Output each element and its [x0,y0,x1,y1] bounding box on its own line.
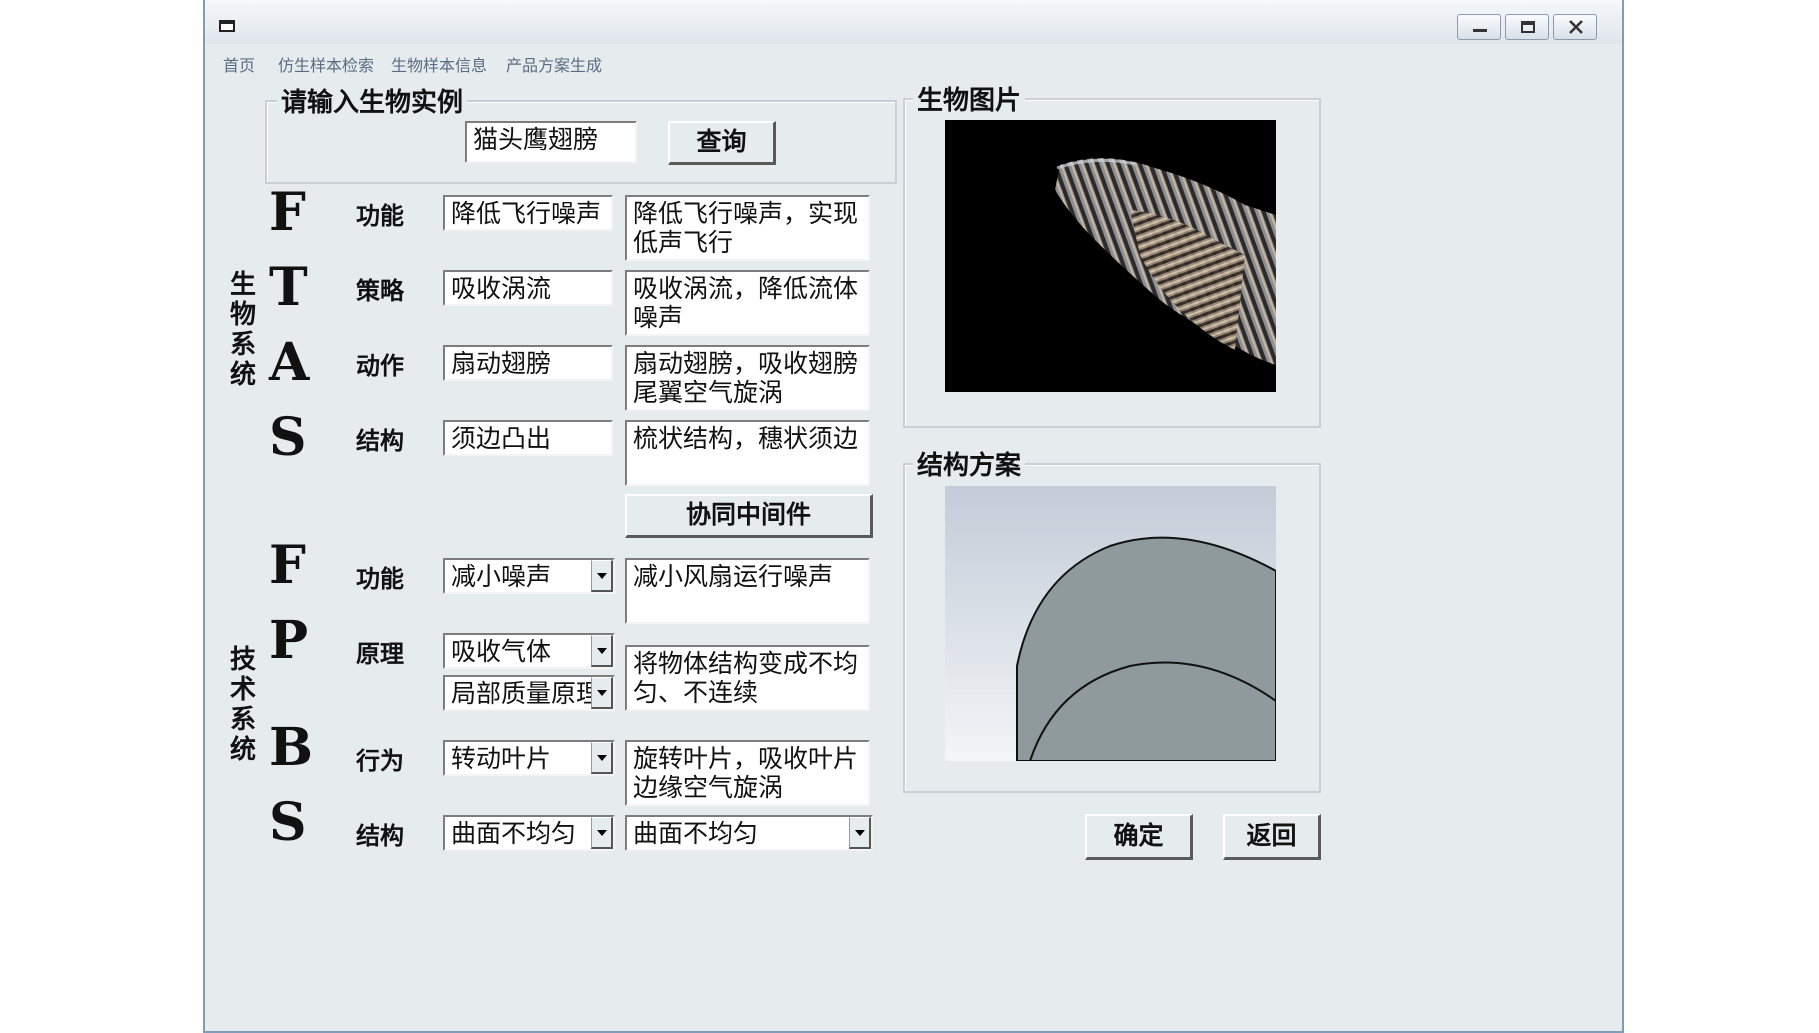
tech-structure-desc: 曲面不均匀 [633,819,759,848]
menu-item-sample-search[interactable]: 仿生样本检索 [278,52,374,76]
tech-letter-s: S [269,792,307,853]
bio-function-label: 功能 [356,202,404,230]
main-window: 首页 仿生样本检索 生物样本信息 产品方案生成 请输入生物实例 猫头鹰翅膀 查询… [203,0,1624,1033]
bio-image-legend: 生物图片 [913,80,1026,117]
structure-scheme-image [945,486,1277,762]
bio-structure-label: 结构 [356,427,404,455]
chevron-down-icon[interactable] [591,742,613,774]
close-window-button[interactable] [1553,14,1597,40]
structure-scheme-legend: 结构方案 [913,445,1026,482]
chevron-down-icon[interactable] [849,817,871,849]
bio-strategy-desc[interactable]: 吸收涡流，降低流体噪声 [625,270,870,336]
maximize-icon [1521,21,1535,33]
tech-principle-select-2[interactable]: 局部质量原理 [443,675,615,711]
blade-structure-drawing [945,486,1277,762]
chevron-down-icon[interactable] [591,677,613,709]
bio-letter-f: F [269,182,306,243]
tech-behavior-desc[interactable]: 旋转叶片，吸收叶片边缘空气旋涡 [625,740,870,806]
app-icon [219,20,235,32]
tech-function-desc[interactable]: 减小风扇运行噪声 [625,558,870,624]
tech-system-label: 技术系统 [229,645,256,765]
tech-letter-p: P [269,610,309,671]
tech-structure-select[interactable]: 曲面不均匀 [443,815,615,851]
tech-structure-label: 结构 [356,822,404,850]
bio-action-field[interactable]: 扇动翅膀 [443,345,613,381]
bio-system-label: 生物系统 [229,270,256,390]
tech-letter-f: F [269,535,306,596]
bio-action-desc[interactable]: 扇动翅膀，吸收翅膀尾翼空气旋涡 [625,345,870,411]
tech-function-value: 减小噪声 [451,562,552,591]
chevron-down-icon[interactable] [591,817,613,849]
tech-behavior-value: 转动叶片 [451,744,552,773]
tech-letter-b: B [269,717,313,778]
tech-principle-select[interactable]: 吸收气体 [443,633,615,669]
tech-behavior-select[interactable]: 转动叶片 [443,740,615,776]
search-input[interactable]: 猫头鹰翅膀 [465,121,637,163]
ok-button[interactable]: 确定 [1085,814,1193,860]
bio-structure-desc[interactable]: 梳状结构，穗状须边 [625,420,870,486]
bio-structure-field[interactable]: 须边凸出 [443,420,613,456]
owl-wing-photo [945,120,1276,392]
query-button[interactable]: 查询 [668,121,776,165]
tech-principle-label: 原理 [356,640,404,668]
chevron-down-icon[interactable] [591,560,613,592]
back-button[interactable]: 返回 [1223,814,1321,860]
tech-behavior-label: 行为 [356,747,404,775]
bio-letter-t: T [269,257,308,318]
tech-principle-value-2: 局部质量原理 [451,679,602,708]
tech-principle-value: 吸收气体 [451,637,552,666]
maximize-button[interactable] [1505,14,1549,40]
search-legend: 请输入生物实例 [277,82,468,119]
menu-item-home[interactable]: 首页 [223,52,255,76]
close-icon [1569,20,1583,34]
middleware-button[interactable]: 协同中间件 [625,494,873,538]
title-bar [205,0,1622,44]
tech-principle-desc[interactable]: 将物体结构变成不均匀、不连续 [625,645,870,711]
bio-letter-s: S [269,407,307,468]
tech-function-label: 功能 [356,565,404,593]
tech-structure-desc-select[interactable]: 曲面不均匀 [625,815,873,851]
tech-function-select[interactable]: 减小噪声 [443,558,615,594]
minimize-button[interactable] [1457,14,1501,40]
minimize-icon [1473,29,1487,32]
bio-function-field[interactable]: 降低飞行噪声 [443,195,613,231]
owl-wing-image [1055,158,1276,365]
menu-bar: 首页 仿生样本检索 生物样本信息 产品方案生成 [205,44,1622,78]
bio-strategy-field[interactable]: 吸收涡流 [443,270,613,306]
menu-item-product-scheme[interactable]: 产品方案生成 [506,52,602,76]
bio-action-label: 动作 [356,352,404,380]
chevron-down-icon[interactable] [591,635,613,667]
bio-strategy-label: 策略 [356,277,404,305]
bio-function-desc[interactable]: 降低飞行噪声，实现低声飞行 [625,195,870,261]
bio-letter-a: A [269,332,310,393]
menu-item-sample-info[interactable]: 生物样本信息 [391,52,487,76]
tech-structure-value: 曲面不均匀 [451,819,577,848]
